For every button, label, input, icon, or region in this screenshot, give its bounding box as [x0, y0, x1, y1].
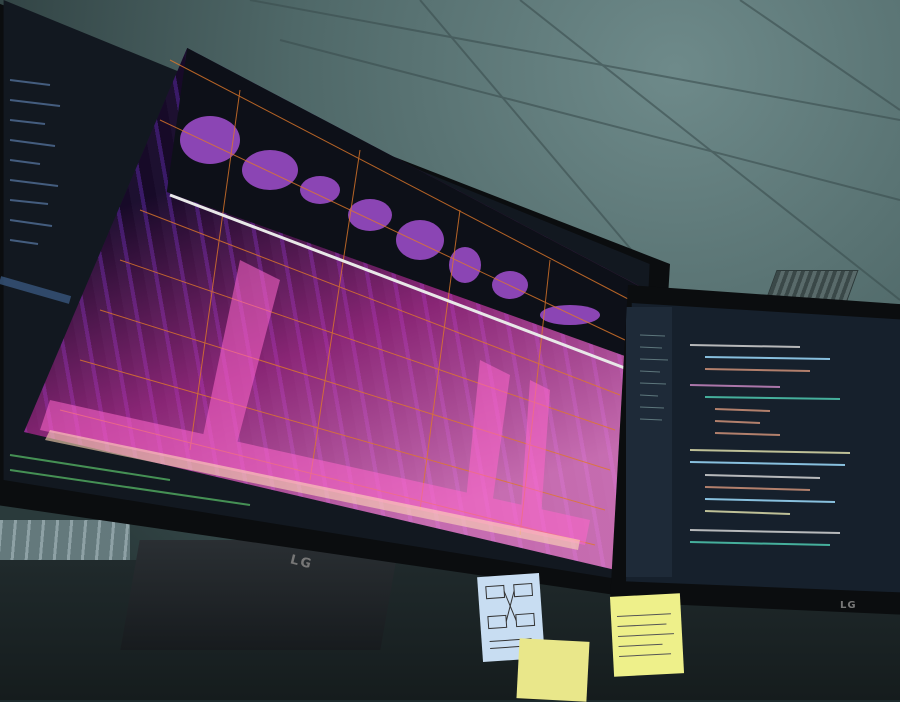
left-monitor: LG — [0, 0, 670, 600]
sticky-note-yellow-2 — [516, 638, 590, 702]
right-monitor — [610, 285, 900, 615]
file-sidebar — [0, 79, 72, 304]
code-editor — [639, 334, 851, 546]
spectrogram-energy — [40, 260, 590, 545]
code-lines — [689, 344, 851, 546]
sticky-note-yellow — [609, 593, 685, 677]
right-monitor-logo: LG — [840, 600, 857, 611]
spectrogram-overlay — [0, 59, 631, 550]
